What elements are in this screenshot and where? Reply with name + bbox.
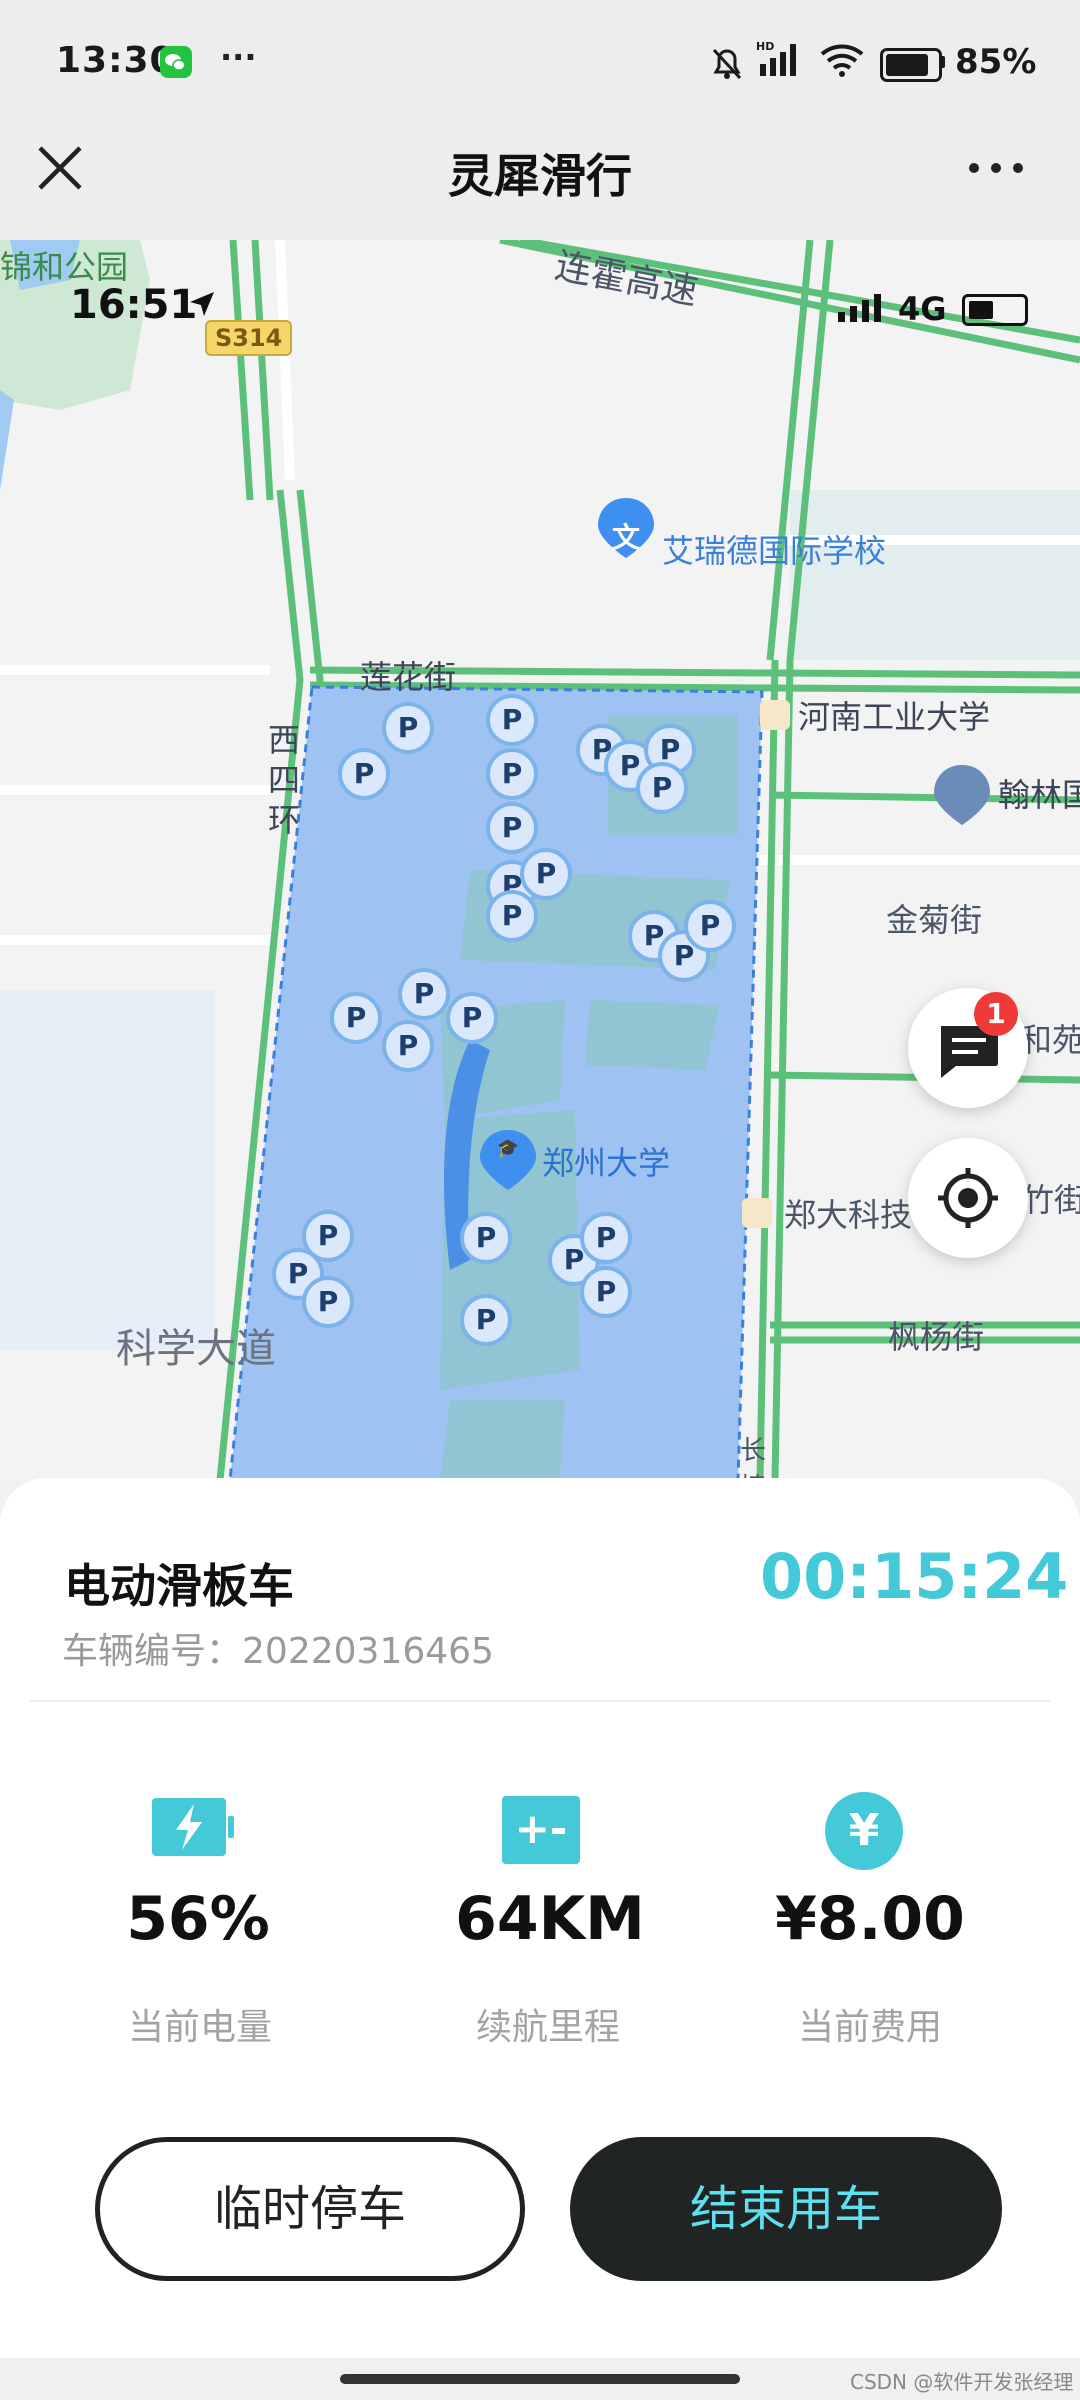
parking-pin[interactable]: P <box>486 890 538 942</box>
status-time: 13:30 <box>56 40 176 81</box>
map-label-hanlin[interactable]: 翰林国 <box>998 770 1080 816</box>
parking-pin[interactable]: P <box>636 762 688 814</box>
inner-network: 4G <box>898 290 947 328</box>
fee-label: 当前费用 <box>797 2007 942 2048</box>
inner-battery-icon <box>962 294 1028 326</box>
watermark: CSDN @软件开发张经理 <box>850 2370 1074 2394</box>
university-icon: 🎓 <box>496 1138 520 1159</box>
map-label-hey: 和苑 <box>1020 1021 1080 1059</box>
vehicle-id-value: 20220316465 <box>242 1631 494 1672</box>
inner-signal-icon <box>838 292 886 328</box>
vehicle-id: 车辆编号：20220316465 <box>62 1622 494 1674</box>
yuan-icon: ¥ <box>825 1792 903 1870</box>
range-value: 64KM <box>455 1884 645 1954</box>
map-label-lianhua: 莲花街 <box>360 658 457 696</box>
page-title: 灵犀滑行 <box>448 149 632 203</box>
mute-bell-icon <box>708 44 746 86</box>
battery-charging-icon <box>150 1796 236 1862</box>
school-icon: 文 <box>611 521 640 554</box>
vehicle-type: 电动滑板车 <box>64 1559 294 1613</box>
block-area <box>790 490 1080 660</box>
battery-fill <box>886 54 928 76</box>
ride-timer: 00:15:24 <box>760 1540 1069 1613</box>
map-label-henan-univ[interactable]: 河南工业大学 <box>798 692 990 738</box>
parking-pin[interactable]: P <box>486 694 538 746</box>
wifi-icon <box>818 42 866 82</box>
range-icon: +- <box>502 1796 580 1864</box>
parking-pin[interactable]: P <box>446 992 498 1044</box>
parking-pin[interactable]: P <box>460 1212 512 1264</box>
map-label-school[interactable]: 艾瑞德国际学校 <box>662 526 886 572</box>
locate-button[interactable] <box>908 1138 1028 1258</box>
panel-divider <box>30 1700 1050 1702</box>
battery-value: 56% <box>126 1884 270 1954</box>
crosshair-icon <box>938 1168 998 1228</box>
inner-status-time: 16:51 <box>70 282 198 328</box>
hanlin-poi-marker <box>934 765 990 825</box>
map-label-fengyang: 枫杨街 <box>888 1318 985 1356</box>
bus-stop-marker <box>742 1198 772 1228</box>
map-label-zzu[interactable]: 郑州大学 <box>542 1138 670 1184</box>
more-icon[interactable] <box>966 154 1026 182</box>
end-ride-button[interactable]: 结束用车 <box>570 2137 1002 2281</box>
road-badge: S314 <box>205 320 293 356</box>
status-more-icon: ··· <box>220 38 257 76</box>
parking-pin[interactable]: P <box>580 1266 632 1318</box>
parking-pin[interactable]: P <box>330 992 382 1044</box>
parking-pin[interactable]: P <box>460 1294 512 1346</box>
parking-pin[interactable]: P <box>302 1276 354 1328</box>
parking-pin[interactable]: P <box>398 968 450 1020</box>
wechat-icon <box>160 46 192 78</box>
map-label-xisihuan: 西四环 <box>268 721 301 839</box>
message-badge: 1 <box>974 992 1018 1036</box>
battery-label: 当前电量 <box>127 2007 272 2048</box>
parking-pin[interactable]: P <box>580 1212 632 1264</box>
signal-icon: HD <box>756 40 808 84</box>
parking-pin[interactable]: P <box>382 702 434 754</box>
parking-pin[interactable]: P <box>486 748 538 800</box>
lake-edge <box>0 390 14 490</box>
svg-text:HD: HD <box>756 40 774 53</box>
temp-park-button[interactable]: 临时停车 <box>95 2137 525 2281</box>
parking-pin[interactable]: P <box>486 802 538 854</box>
range-label: 续航里程 <box>475 2007 620 2048</box>
parking-pin[interactable]: P <box>338 748 390 800</box>
bus-stop-marker <box>760 700 790 730</box>
location-arrow-icon <box>188 290 216 322</box>
map-view[interactable]: 16:51 S314 4G 锦和公园 连霍高速 文 艾瑞德国际学校 莲花街 西四… <box>0 240 1080 1480</box>
fee-value: ¥8.00 <box>775 1884 965 1954</box>
battery-percent: 85% <box>955 42 1037 82</box>
parking-pin[interactable]: P <box>520 848 572 900</box>
map-label-park: 锦和公园 <box>0 248 129 286</box>
map-label-zhumeng: 竹街 <box>1022 1181 1080 1219</box>
parking-pin[interactable]: P <box>684 900 736 952</box>
vehicle-id-label: 车辆编号： <box>62 1631 243 1672</box>
parking-pin[interactable]: P <box>382 1020 434 1072</box>
battery-tip <box>940 56 945 68</box>
map-label-jinju: 金菊街 <box>886 901 983 939</box>
home-indicator[interactable] <box>340 2374 740 2384</box>
map-label-zhengda-tech[interactable]: 郑大科技 <box>784 1190 912 1236</box>
map-label-science-ave: 科学大道 <box>116 1326 276 1372</box>
block-area-left <box>0 990 215 1350</box>
map-label-chang: 长椿 <box>740 1436 767 1480</box>
